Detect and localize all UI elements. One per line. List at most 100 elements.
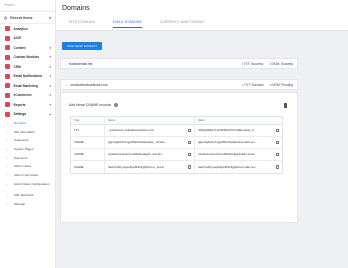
caret-icon: ▾	[49, 55, 51, 60]
caret-icon: ▾	[49, 83, 51, 88]
sidebar-item-ecommerce[interactable]: eCommerce ▾	[0, 91, 55, 101]
tab-site-domains[interactable]: SITE DOMAINS	[69, 20, 95, 28]
submenu-item-admin-menu-configuration[interactable]: › Admin Menu Configuration	[0, 179, 55, 191]
email-notifications-icon	[5, 73, 10, 79]
record-value: vdu2etvhoraeubnomvil3tzdkedqgu6.dkim.ama…	[198, 153, 257, 156]
sidebar-item-label: eCommerce	[13, 93, 32, 98]
record-value-cell: gqjmhaghiohx7ngjoz55pzlkqhq3nekup.dkim.a…	[195, 137, 282, 148]
submenu-item-domains[interactable]: › Domains	[0, 119, 55, 128]
sidebar-item-analytics[interactable]: Analytics	[0, 24, 55, 34]
record-name-cell: vdu2etvhoraeubnomvil3tzdkedqgu6._domain.…	[105, 149, 195, 160]
sidebar-item-label: Email Notifications	[13, 74, 43, 79]
chevron-right-icon: ›	[7, 156, 8, 160]
settings-icon	[5, 111, 10, 117]
sidebar-item-label: AICE	[13, 36, 22, 41]
record-value-cell: hasbrvtuzbyyegav3gsr8bbc5gjjb3mvuu.dkim.…	[195, 161, 282, 173]
dkim-status: • DKIM: Success	[269, 61, 293, 66]
copy-icon[interactable]	[276, 140, 279, 145]
dns-records-table: Type Name Value TXT _amazonses.medicalfoo…	[70, 116, 283, 174]
record-value: gqjmhaghiohx7ngjoz55pzlkqhq3nekup.dkim.a…	[198, 141, 257, 144]
sidebar-item-email-marketing[interactable]: Email Marketing ▾	[0, 81, 55, 91]
chevron-right-icon: ›	[65, 61, 66, 66]
dkim-status: • DKIM: Pending	[269, 82, 293, 87]
submenu-item-label: Payments	[14, 155, 28, 160]
copy-icon[interactable]	[188, 152, 191, 157]
sidebar-item-settings[interactable]: Settings ▴	[0, 110, 55, 120]
record-name-cell: hasbrvtuzbyyegav3gsr8bbc5gjjb3mvuu._doma…	[105, 161, 195, 173]
copy-icon[interactable]	[188, 165, 191, 169]
sidebar-item-reports[interactable]: Reports ▾	[0, 100, 55, 110]
submenu-item-system-pages[interactable]: › System Pages	[0, 145, 55, 154]
add-domain-button[interactable]: ADD NEW DOMAIN	[62, 42, 102, 50]
submenu-item-payments[interactable]: › Payments	[0, 153, 55, 162]
page-header: Domains SITE DOMAINS EMAIL DOMAINS CURRENC…	[56, 0, 348, 31]
record-name: vdu2etvhoraeubnomvil3tzdkedqgu6._domain.…	[108, 153, 164, 156]
email-marketing-icon	[5, 83, 10, 89]
submenu-item-label: Admin User Roles	[14, 172, 39, 177]
submenu-item-label: Categories	[14, 138, 29, 143]
clock-icon: ◷	[4, 15, 8, 20]
caret-icon: ▾	[49, 64, 51, 69]
record-name-cell: gqjmhaghiohx7ngjoz55pzlkqhq3nekup._domai…	[105, 137, 195, 148]
column-header-type: Type	[71, 117, 105, 124]
submenu-item-site-information[interactable]: › Site Information	[0, 128, 55, 137]
table-header: Type Name Value	[71, 117, 282, 125]
chevron-right-icon: ›	[7, 173, 8, 177]
txt-status: • TXT: Success	[242, 82, 264, 87]
copy-icon[interactable]	[276, 152, 279, 157]
record-value: hasbrvtuzbyyegav3gsr8bbc5gjjb3mvuu.dkim.…	[198, 165, 258, 169]
sidebar-item-custom-modules[interactable]: Custom Modules ▾	[0, 53, 55, 63]
sidebar-item-label: Analytics	[13, 26, 28, 31]
sidebar-item-label: Reports	[13, 102, 26, 107]
submenu-item-sitemap[interactable]: › Sitemap	[0, 200, 55, 209]
sidebar-item-label: Settings	[13, 112, 27, 117]
record-value-cell: n5HbgcRBsLXnsF5iPMXjGOYboZEk+Hea1_tr...	[195, 125, 282, 136]
settings-submenu: › Domains › Site Information › Categories › Sys…	[0, 119, 55, 208]
record-type: CNAME	[71, 149, 105, 160]
chevron-right-icon: ›	[7, 183, 8, 187]
trash-icon[interactable]	[283, 103, 287, 108]
chevron-right-icon: ›	[7, 164, 8, 168]
sidebar-item-label: Content	[13, 45, 26, 50]
record-value: n5HbgcRBsLXnsF5iPMXjGOYboZEk+Hea1_tr...	[198, 129, 256, 132]
domain-details-panel: Add these CNAME records i Type Name Valu…	[60, 92, 298, 223]
tab-email-domains[interactable]: EMAIL DOMAINS	[113, 20, 142, 28]
chevron-down-icon: ⌄	[65, 82, 68, 87]
search-input[interactable]: Search	[0, 0, 55, 12]
sidebar-item-label: Custom Modules	[13, 55, 40, 60]
submenu-item-label: URL Redirects	[14, 193, 34, 198]
record-type: TXT	[71, 125, 105, 136]
record-type: CNAME	[71, 137, 105, 148]
analytics-icon	[5, 26, 10, 32]
submenu-item-label: Admin Users	[14, 164, 32, 169]
tab-currency-and-format[interactable]: CURRENCY AND FORMAT	[160, 20, 205, 28]
copy-icon[interactable]	[276, 128, 279, 133]
domain-row-trustedemail[interactable]: › trustedemail.net • TXT: Success • DKIM…	[60, 58, 298, 69]
info-icon[interactable]: i	[114, 103, 119, 107]
main-content: ADD NEW DOMAIN › trustedemail.net • TXT:…	[56, 31, 348, 268]
submenu-item-admin-user-roles[interactable]: › Admin User Roles	[0, 171, 55, 180]
copy-icon[interactable]	[188, 128, 191, 133]
sidebar-item-aice[interactable]: AICE	[0, 34, 55, 44]
caret-icon: ▾	[49, 93, 51, 98]
recent-items-toggle[interactable]: ◷ Recent Items ▾	[0, 12, 55, 24]
record-name: hasbrvtuzbyyegav3gsr8bbc5gjjb3mvuu._doma…	[108, 165, 166, 169]
table-row: CNAME gqjmhaghiohx7ngjoz55pzlkqhq3nekup._…	[71, 137, 282, 149]
sidebar-item-content[interactable]: Content ▾	[0, 43, 55, 53]
submenu-item-admin-users[interactable]: › Admin Users	[0, 162, 55, 171]
caret-icon: ▾	[49, 45, 51, 50]
column-header-name: Name	[105, 117, 195, 124]
sidebar-item-email-notifications[interactable]: Email Notifications ▾	[0, 72, 55, 82]
copy-icon[interactable]	[188, 140, 191, 145]
copy-icon[interactable]	[276, 165, 279, 169]
sidebar-item-crm[interactable]: CRM ▾	[0, 62, 55, 72]
submenu-item-categories[interactable]: › Categories	[0, 136, 55, 145]
recent-items-label: Recent Items	[10, 15, 33, 20]
chevron-right-icon: ›	[7, 147, 8, 151]
submenu-item-url-redirects[interactable]: › URL Redirects	[0, 191, 55, 200]
domain-row-medicalfootsolutions[interactable]: ⌄ medicalfootsolutions.com • TXT: Succes…	[60, 79, 298, 90]
record-type: CNAME	[71, 161, 105, 173]
domain-name: trustedemail.net	[69, 61, 93, 66]
record-name-cell: _amazonses.medicalfootsolutions.com	[105, 125, 195, 136]
chevron-right-icon: ›	[7, 121, 8, 125]
